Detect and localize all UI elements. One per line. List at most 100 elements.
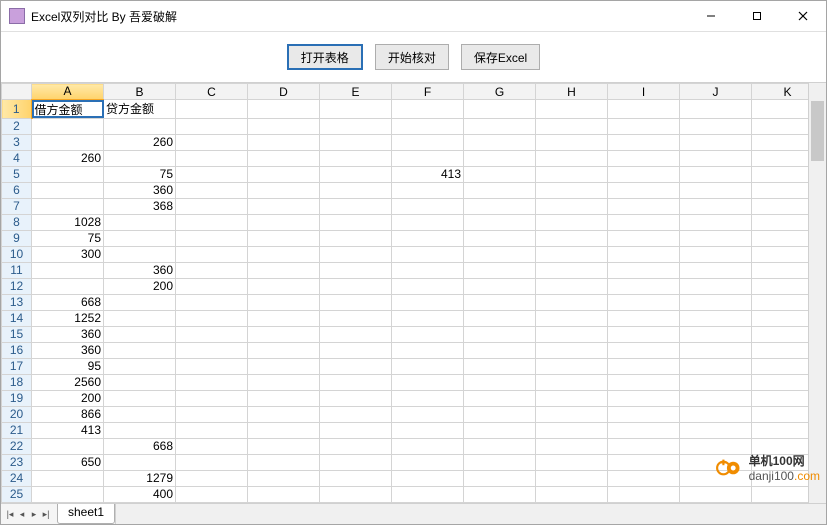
cell[interactable]: 借方金额	[32, 100, 104, 119]
cell[interactable]: 1252	[32, 310, 104, 326]
cell[interactable]	[392, 182, 464, 198]
cell[interactable]	[320, 262, 392, 278]
cell[interactable]	[536, 150, 608, 166]
cell[interactable]	[608, 118, 680, 134]
cell[interactable]	[680, 406, 752, 422]
cell[interactable]	[608, 486, 680, 502]
cell[interactable]	[392, 294, 464, 310]
cell[interactable]	[176, 422, 248, 438]
cell[interactable]: 贷方金额	[104, 100, 176, 119]
cell[interactable]	[392, 422, 464, 438]
cell[interactable]	[536, 198, 608, 214]
cell[interactable]	[464, 486, 536, 502]
cell[interactable]	[536, 342, 608, 358]
cell[interactable]	[680, 166, 752, 182]
cell[interactable]	[176, 454, 248, 470]
cell[interactable]	[104, 454, 176, 470]
cell[interactable]	[392, 246, 464, 262]
cell[interactable]: 200	[104, 278, 176, 294]
cell[interactable]	[392, 214, 464, 230]
cell[interactable]	[536, 182, 608, 198]
cell[interactable]	[680, 454, 752, 470]
cell[interactable]	[320, 310, 392, 326]
cell[interactable]	[464, 326, 536, 342]
cell[interactable]	[248, 470, 320, 486]
col-head-D[interactable]: D	[248, 84, 320, 100]
cell[interactable]	[680, 358, 752, 374]
cell[interactable]	[464, 262, 536, 278]
col-head-F[interactable]: F	[392, 84, 464, 100]
cell[interactable]	[680, 134, 752, 150]
cell[interactable]	[248, 230, 320, 246]
cell[interactable]	[464, 118, 536, 134]
cell[interactable]	[320, 358, 392, 374]
cell[interactable]	[320, 438, 392, 454]
cell[interactable]	[680, 326, 752, 342]
cell[interactable]	[536, 438, 608, 454]
cell[interactable]	[392, 326, 464, 342]
cell[interactable]: 2560	[32, 374, 104, 390]
cell[interactable]	[680, 262, 752, 278]
cell[interactable]	[464, 294, 536, 310]
cell[interactable]	[104, 246, 176, 262]
cell[interactable]	[392, 390, 464, 406]
cell[interactable]	[680, 118, 752, 134]
cell[interactable]	[536, 374, 608, 390]
cell[interactable]	[320, 390, 392, 406]
cell[interactable]	[32, 262, 104, 278]
sheet-tab[interactable]: sheet1	[57, 504, 115, 524]
sheet-nav-last-icon[interactable]: ▸|	[41, 507, 51, 521]
cell[interactable]	[176, 182, 248, 198]
col-head-B[interactable]: B	[104, 84, 176, 100]
cell[interactable]	[464, 454, 536, 470]
cell[interactable]	[248, 100, 320, 119]
cell[interactable]	[32, 198, 104, 214]
close-button[interactable]	[780, 1, 826, 31]
scrollbar-thumb[interactable]	[811, 101, 824, 161]
cell[interactable]	[536, 166, 608, 182]
cell[interactable]: 200	[32, 390, 104, 406]
cell[interactable]	[176, 278, 248, 294]
cell[interactable]	[176, 374, 248, 390]
cell[interactable]	[248, 342, 320, 358]
row-head[interactable]: 18	[2, 374, 32, 390]
cell[interactable]	[320, 422, 392, 438]
row-head[interactable]: 14	[2, 310, 32, 326]
cell[interactable]	[248, 454, 320, 470]
cell[interactable]	[680, 390, 752, 406]
cell[interactable]	[248, 486, 320, 502]
cell[interactable]	[392, 310, 464, 326]
cell[interactable]	[320, 294, 392, 310]
cell[interactable]	[608, 390, 680, 406]
cell[interactable]: 668	[32, 294, 104, 310]
cell[interactable]	[464, 278, 536, 294]
cell[interactable]	[392, 198, 464, 214]
row-head[interactable]: 25	[2, 486, 32, 502]
cell[interactable]	[32, 438, 104, 454]
cell[interactable]	[320, 100, 392, 119]
cell[interactable]	[32, 118, 104, 134]
col-head-G[interactable]: G	[464, 84, 536, 100]
row-head[interactable]: 5	[2, 166, 32, 182]
cell[interactable]	[680, 374, 752, 390]
cell[interactable]	[608, 214, 680, 230]
row-head[interactable]: 21	[2, 422, 32, 438]
cell[interactable]	[608, 294, 680, 310]
cell[interactable]	[680, 230, 752, 246]
cell[interactable]	[176, 470, 248, 486]
cell[interactable]	[248, 422, 320, 438]
row-head[interactable]: 11	[2, 262, 32, 278]
cell[interactable]	[392, 118, 464, 134]
cell[interactable]	[320, 134, 392, 150]
cell[interactable]	[248, 374, 320, 390]
cell[interactable]	[320, 326, 392, 342]
cell[interactable]: 75	[104, 166, 176, 182]
cell[interactable]	[176, 358, 248, 374]
vertical-scrollbar[interactable]	[808, 83, 826, 503]
cell[interactable]	[248, 278, 320, 294]
cell[interactable]: 368	[104, 198, 176, 214]
cell[interactable]	[680, 182, 752, 198]
row-head[interactable]: 19	[2, 390, 32, 406]
cell[interactable]	[176, 390, 248, 406]
cell[interactable]	[680, 422, 752, 438]
